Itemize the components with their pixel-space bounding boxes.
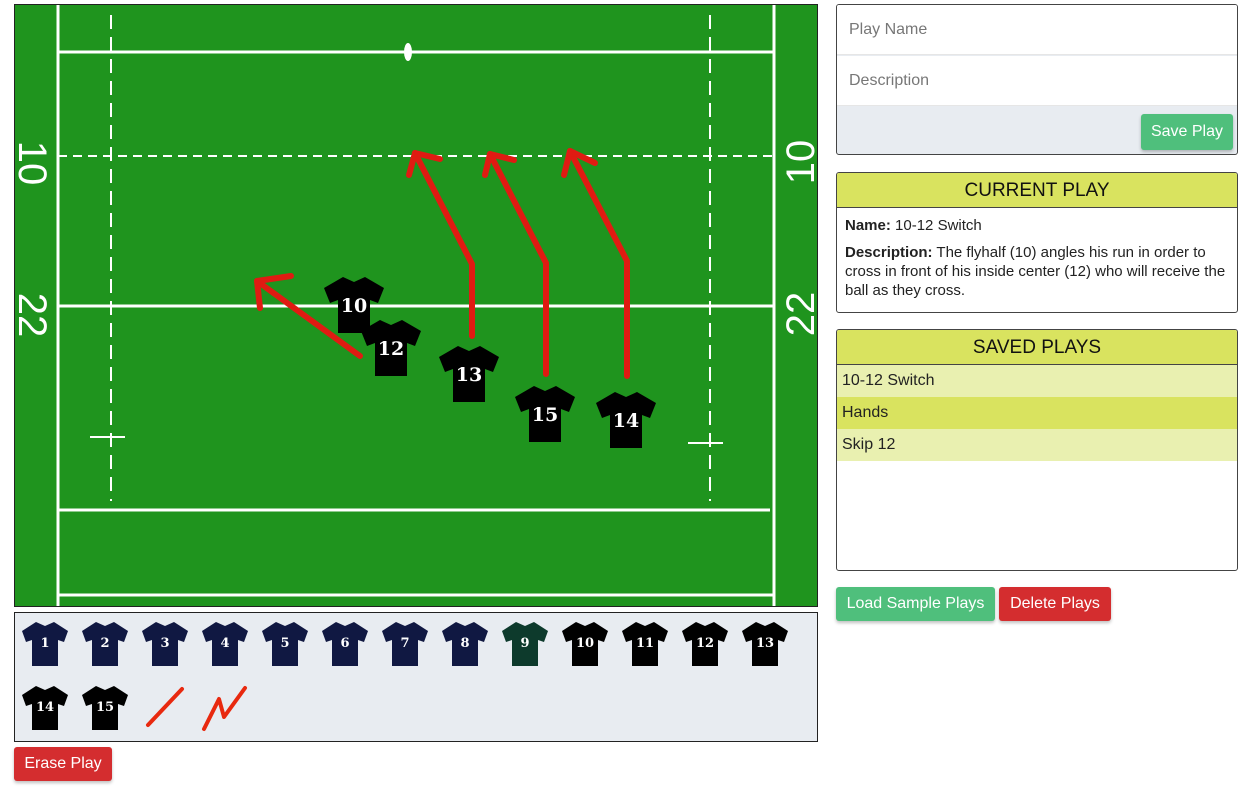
palette-jersey-3[interactable]: 3 [141,621,189,667]
play-name-input[interactable] [837,5,1237,55]
current-play-name: Name: 10-12 Switch [845,217,982,234]
load-sample-plays-button[interactable]: Load Sample Plays [836,587,995,621]
save-play-button[interactable]: Save Play [1141,114,1233,150]
saved-play-item[interactable]: Hands [837,397,1237,429]
erase-play-button[interactable]: Erase Play [14,747,112,781]
zigzag-line-tool[interactable] [199,683,247,731]
player-12[interactable]: 12 [360,319,422,377]
player-15[interactable]: 15 [514,385,576,443]
palette-jersey-8[interactable]: 8 [441,621,489,667]
palette-jersey-4[interactable]: 4 [201,621,249,667]
current-play-heading: CURRENT PLAY [837,173,1237,208]
player-14[interactable]: 14 [595,391,657,449]
saved-play-item[interactable]: Skip 12 [837,429,1237,461]
saved-plays-heading: SAVED PLAYS [837,330,1237,365]
current-play-panel: CURRENT PLAY Name: 10-12 Switch Descript… [836,172,1238,313]
palette-jersey-12[interactable]: 12 [681,621,729,667]
straight-line-icon [146,687,184,727]
palette-jersey-2[interactable]: 2 [81,621,129,667]
player-13[interactable]: 13 [438,345,500,403]
straight-line-tool[interactable] [141,683,189,729]
saved-play-item[interactable]: 10-12 Switch [837,365,1237,397]
palette-jersey-14[interactable]: 14 [21,685,69,731]
current-play-description: Description: The flyhalf (10) angles his… [845,244,1226,299]
run-line-14 [561,148,630,379]
run-lines [254,148,630,379]
save-play-form: Save Play [836,4,1238,155]
palette-jersey-9[interactable]: 9 [501,621,549,667]
saved-plays-panel: SAVED PLAYS 10-12 Switch Hands Skip 12 [836,329,1238,571]
run-line-13 [406,150,475,339]
rugby-field[interactable]: 10 22 10 22 10 12 13 15 14 [14,4,818,607]
palette-jersey-11[interactable]: 11 [621,621,669,667]
palette-jersey-7[interactable]: 7 [381,621,429,667]
palette-jersey-1[interactable]: 1 [21,621,69,667]
delete-plays-button[interactable]: Delete Plays [999,587,1111,621]
zigzag-line-icon [202,686,247,731]
palette-jersey-10[interactable]: 10 [561,621,609,667]
palette-jersey-5[interactable]: 5 [261,621,309,667]
palette-jersey-6[interactable]: 6 [321,621,369,667]
run-line-15 [482,151,549,377]
play-description-input[interactable] [837,56,1237,106]
tool-palette: 1 2 3 4 5 6 7 8 9 10 11 12 13 14 15 [14,612,818,742]
palette-jersey-15[interactable]: 15 [81,685,129,731]
palette-jersey-13[interactable]: 13 [741,621,789,667]
